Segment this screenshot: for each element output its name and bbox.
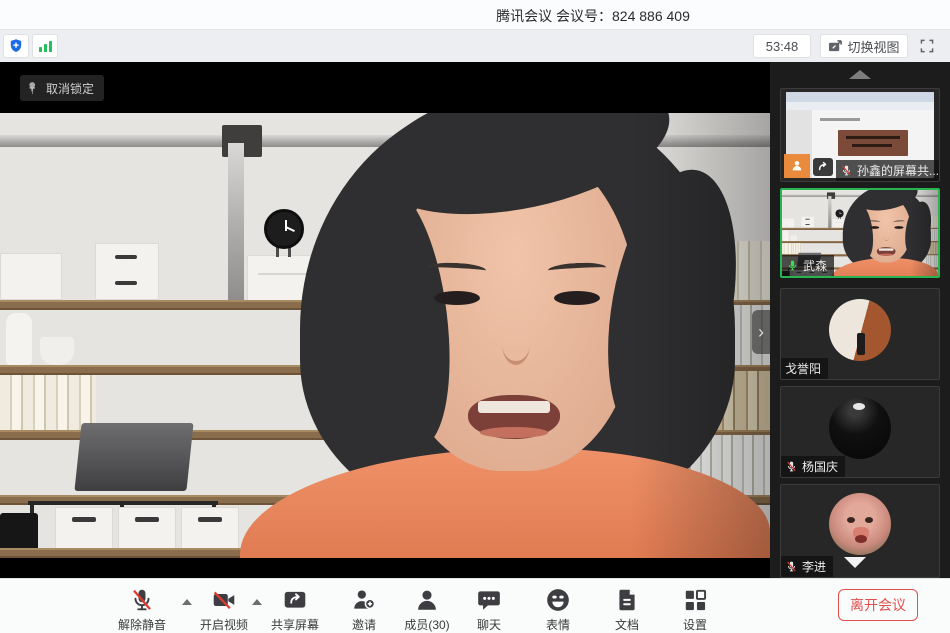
- webcam-scene: [0, 113, 770, 558]
- presenter-badge-icon: [784, 154, 810, 178]
- leave-meeting-button[interactable]: 离开会议: [838, 589, 918, 621]
- video-options-caret[interactable]: [252, 599, 262, 605]
- invite-button[interactable]: 邀请: [332, 587, 396, 633]
- main-video-stage: 取消锁定: [0, 62, 770, 578]
- participant-name-chip: 李进: [781, 556, 833, 577]
- participant-thumb-screenshare[interactable]: 孙鑫的屏幕共...: [780, 88, 940, 182]
- shield-plus-icon: [8, 38, 24, 54]
- invite-icon: [351, 587, 377, 613]
- participant-name: 戈誉阳: [785, 360, 821, 377]
- docs-label: 文档: [615, 616, 639, 633]
- collapse-sidebar-chevron[interactable]: ›: [752, 310, 770, 354]
- share-screen-button[interactable]: 共享屏幕: [263, 587, 327, 633]
- chat-label: 聊天: [477, 616, 501, 633]
- camera-off-icon: [211, 587, 237, 613]
- participant-name-chip: 杨国庆: [781, 456, 845, 477]
- chat-icon: [476, 587, 502, 613]
- scroll-down-arrow[interactable]: [844, 557, 866, 568]
- participant-name: 孙鑫的屏幕共...: [857, 162, 939, 179]
- avatar: [829, 493, 891, 555]
- start-video-label: 开启视频: [200, 616, 248, 633]
- network-signal-button[interactable]: [32, 34, 58, 58]
- avatar: [829, 397, 891, 459]
- participant-thumb[interactable]: 戈誉阳: [780, 288, 940, 380]
- unlock-pin-button[interactable]: 取消锁定: [20, 75, 104, 101]
- participant-thumb[interactable]: 杨国庆: [780, 386, 940, 478]
- members-label: 成员(30): [404, 616, 449, 633]
- chat-button[interactable]: 聊天: [457, 587, 521, 633]
- unmute-label: 解除静音: [118, 616, 166, 633]
- members-button[interactable]: 成员(30): [395, 587, 459, 633]
- timer-value: 53:48: [766, 39, 799, 54]
- participant-name: 杨国庆: [802, 458, 838, 475]
- participant-name: 李进: [802, 558, 826, 575]
- share-screen-icon: [282, 587, 308, 613]
- meeting-title: 腾讯会议 会议号：824 886 409: [118, 6, 950, 26]
- emoji-button[interactable]: 表情: [526, 587, 590, 633]
- mic-muted-icon: [129, 587, 155, 613]
- emoji-icon: [545, 587, 571, 613]
- mic-active-icon: [786, 259, 799, 272]
- meeting-timer: 53:48: [753, 34, 811, 58]
- participant-name-chip: 武森: [782, 255, 834, 276]
- unmute-button[interactable]: 解除静音: [110, 587, 174, 633]
- settings-button[interactable]: 设置: [663, 587, 727, 633]
- fullscreen-button[interactable]: [913, 34, 941, 58]
- docs-button[interactable]: 文档: [595, 587, 659, 633]
- scroll-up-arrow[interactable]: [849, 70, 871, 79]
- sharing-indicator-icon: [813, 158, 833, 176]
- start-video-button[interactable]: 开启视频: [192, 587, 256, 633]
- emoji-label: 表情: [546, 616, 570, 633]
- settings-icon: [682, 587, 708, 613]
- share-screen-label: 共享屏幕: [271, 616, 319, 633]
- title-bar: 腾讯会议 会议号：824 886 409: [0, 0, 950, 30]
- invite-label: 邀请: [352, 616, 376, 633]
- meeting-window: 腾讯会议 会议号：824 886 409 53:48: [0, 0, 950, 633]
- fullscreen-icon: [919, 38, 935, 54]
- mic-muted-icon: [785, 560, 798, 573]
- docs-icon: [614, 587, 640, 613]
- signal-bars-icon: [38, 39, 53, 53]
- pushpin-icon: [26, 81, 40, 95]
- participants-sidebar: 孙鑫的屏幕共...: [770, 62, 950, 578]
- participant-name: 武森: [803, 257, 827, 274]
- switch-view-label: 切换视图: [847, 37, 899, 56]
- status-bar: 53:48 切换视图: [0, 30, 950, 62]
- mic-options-caret[interactable]: [182, 599, 192, 605]
- leave-meeting-label: 离开会议: [850, 595, 906, 615]
- security-shield-button[interactable]: [3, 34, 29, 58]
- unlock-label: 取消锁定: [46, 80, 94, 97]
- participant-name-chip: 戈誉阳: [781, 358, 828, 379]
- switch-view-button[interactable]: 切换视图: [820, 34, 908, 58]
- mic-muted-icon: [840, 164, 853, 177]
- participant-thumb-active-speaker[interactable]: 武森: [780, 188, 940, 278]
- mic-muted-icon: [785, 460, 798, 473]
- avatar: [829, 299, 891, 361]
- switch-view-icon: [828, 39, 843, 53]
- bottom-toolbar: 解除静音 开启视频 共享屏幕 邀: [0, 578, 950, 633]
- participant-name-chip: 孙鑫的屏幕共...: [836, 160, 940, 181]
- members-icon: [414, 587, 440, 613]
- settings-label: 设置: [683, 616, 707, 633]
